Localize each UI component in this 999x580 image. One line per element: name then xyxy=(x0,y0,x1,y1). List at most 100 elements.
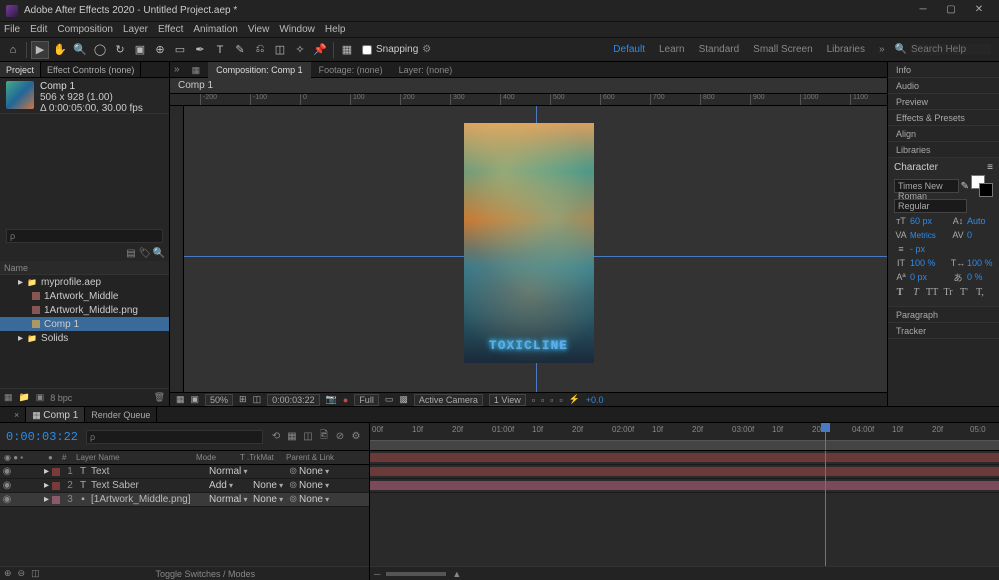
grid-icon[interactable]: ▦ xyxy=(176,394,185,405)
col-layer-name[interactable]: Layer Name xyxy=(72,453,192,462)
brush-tool-icon[interactable]: ✎ xyxy=(231,41,249,59)
comp-tab[interactable]: Comp 1 xyxy=(170,78,887,94)
superscript-button[interactable]: T' xyxy=(958,287,970,298)
timeline-tracks[interactable] xyxy=(370,451,999,566)
selection-tool-icon[interactable]: ▶ xyxy=(31,41,49,59)
workspace-libraries[interactable]: Libraries xyxy=(827,44,865,55)
tl-footer-icon-1[interactable]: ⊕ xyxy=(4,568,12,579)
menu-layer[interactable]: Layer xyxy=(123,24,148,35)
view-opt4-icon[interactable]: ▫ xyxy=(559,395,562,405)
tracking-value[interactable]: 0 xyxy=(967,230,993,240)
snapshot-icon[interactable]: 📷 xyxy=(326,394,337,405)
baseline-value[interactable]: 0 px xyxy=(910,272,936,282)
panel-preview[interactable]: Preview xyxy=(888,94,999,110)
kerning-value[interactable]: Metrics xyxy=(910,231,936,240)
fill-stroke-icon[interactable]: ▦ xyxy=(338,41,356,59)
channel-icon[interactable]: ● xyxy=(343,395,348,405)
hscale-value[interactable]: 100 % xyxy=(967,258,993,268)
views-dropdown[interactable]: 1 View xyxy=(489,394,526,406)
workspace-default[interactable]: Default xyxy=(613,44,645,55)
toggle-switches-button[interactable]: Toggle Switches / Modes xyxy=(46,569,365,579)
fast-preview-icon[interactable]: ⚡ xyxy=(569,394,580,405)
layer-bar[interactable] xyxy=(370,453,999,462)
tl-icon-1[interactable]: ⟲ xyxy=(269,430,283,444)
shape-tool-icon[interactable]: ▭ xyxy=(171,41,189,59)
col-trkmat[interactable]: T .TrkMat xyxy=(236,453,282,462)
camera-tool-icon[interactable]: ▣ xyxy=(131,41,149,59)
close-button[interactable]: ✕ xyxy=(965,3,993,19)
tl-icon-3[interactable]: ◫ xyxy=(301,430,315,444)
eraser-tool-icon[interactable]: ◫ xyxy=(271,41,289,59)
panel-tracker[interactable]: Tracker xyxy=(888,323,999,339)
tl-footer-icon-2[interactable]: ⊖ xyxy=(18,568,26,579)
orbit-tool-icon[interactable]: ◯ xyxy=(91,41,109,59)
tl-icon-4[interactable]: 🖻 xyxy=(317,430,331,444)
rotate-tool-icon[interactable]: ↻ xyxy=(111,41,129,59)
composition-canvas[interactable]: TOXICLINE xyxy=(170,106,887,392)
type-tool-icon[interactable]: T xyxy=(211,41,229,59)
menu-window[interactable]: Window xyxy=(279,24,315,35)
interpret-footage-icon[interactable]: ▦ xyxy=(4,392,13,403)
zoom-out-icon[interactable]: ─ xyxy=(374,569,380,579)
col-mode[interactable]: Mode xyxy=(192,453,236,462)
menu-animation[interactable]: Animation xyxy=(193,24,237,35)
small-caps-button[interactable]: Tr xyxy=(942,287,954,298)
layer-bar[interactable] xyxy=(370,467,999,476)
layer-row[interactable]: ◉ ▸ 1 T Text Normal ▾ ⊚ None ▾ xyxy=(0,465,369,479)
layer-row[interactable]: ◉ ▸ 2 T Text Saber Add ▾ None ▾ ⊚ None ▾ xyxy=(0,479,369,493)
workspace-small-screen[interactable]: Small Screen xyxy=(753,44,812,55)
eyedropper-icon[interactable]: ✎ xyxy=(961,181,969,192)
snapping-checkbox[interactable] xyxy=(362,45,372,55)
tl-icon-2[interactable]: ▦ xyxy=(285,430,299,444)
faux-bold-button[interactable]: T xyxy=(894,287,906,298)
exposure-value[interactable]: +0.0 xyxy=(586,395,604,405)
faux-italic-button[interactable]: T xyxy=(910,287,922,298)
panel-align[interactable]: Align xyxy=(888,126,999,142)
view-opt1-icon[interactable]: ▫ xyxy=(532,395,535,405)
delete-icon[interactable]: 🗑 xyxy=(154,392,165,403)
viewer-menu-icon[interactable]: » xyxy=(170,64,184,75)
font-style-dropdown[interactable]: Regular xyxy=(894,199,967,213)
roto-tool-icon[interactable]: ✧ xyxy=(291,41,309,59)
all-caps-button[interactable]: TT xyxy=(926,287,938,298)
view-opt3-icon[interactable]: ▫ xyxy=(550,395,553,405)
panel-audio[interactable]: Audio xyxy=(888,78,999,94)
menu-effect[interactable]: Effect xyxy=(158,24,183,35)
visibility-icon[interactable]: ◉ xyxy=(0,480,14,491)
pen-tool-icon[interactable]: ✒ xyxy=(191,41,209,59)
menu-help[interactable]: Help xyxy=(325,24,346,35)
col-parent[interactable]: Parent & Link xyxy=(282,453,338,462)
tab-composition-viewer[interactable]: Composition: Comp 1 xyxy=(208,62,311,78)
tab-effect-controls[interactable]: Effect Controls (none) xyxy=(41,62,141,77)
ruler-vertical[interactable] xyxy=(170,106,184,392)
project-filter-icon[interactable]: ▤ xyxy=(125,247,137,259)
mask-icon[interactable]: ◫ xyxy=(253,394,262,405)
maximize-button[interactable]: ▢ xyxy=(937,3,965,19)
zoom-tool-icon[interactable]: 🔍 xyxy=(71,41,89,59)
panel-effects-presets[interactable]: Effects & Presets xyxy=(888,110,999,126)
menu-file[interactable]: File xyxy=(4,24,20,35)
zoom-dropdown[interactable]: 50% xyxy=(205,394,233,406)
fill-stroke-swatch[interactable] xyxy=(971,175,993,197)
stroke-width-value[interactable]: - px xyxy=(910,244,936,254)
subscript-button[interactable]: T, xyxy=(974,287,986,298)
project-item[interactable]: 1Artwork_Middle xyxy=(0,289,169,303)
tl-icon-5[interactable]: ⊘ xyxy=(333,430,347,444)
project-file-list[interactable]: ▸📁myprofile.aep 1Artwork_Middle 1Artwork… xyxy=(0,275,169,388)
project-tag-icon[interactable]: 🏷 xyxy=(139,247,151,259)
menu-view[interactable]: View xyxy=(248,24,270,35)
workspace-overflow-icon[interactable]: » xyxy=(879,44,885,55)
new-comp-icon[interactable]: ▣ xyxy=(36,392,45,403)
clone-tool-icon[interactable]: ⎌ xyxy=(251,41,269,59)
camera-dropdown[interactable]: Active Camera xyxy=(414,394,483,406)
font-size-value[interactable]: 60 px xyxy=(910,216,936,226)
timeline-timecode[interactable]: 0:00:03:22 xyxy=(6,430,78,444)
resolution-dropdown[interactable]: Full xyxy=(354,394,379,406)
panel-paragraph[interactable]: Paragraph xyxy=(888,307,999,323)
visibility-icon[interactable]: ◉ xyxy=(0,466,14,477)
zoom-slider[interactable] xyxy=(386,572,446,576)
playhead[interactable] xyxy=(825,423,826,450)
project-item[interactable]: 1Artwork_Middle.png xyxy=(0,303,169,317)
menu-composition[interactable]: Composition xyxy=(57,24,113,35)
tl-footer-icon-3[interactable]: ◫ xyxy=(31,568,40,579)
